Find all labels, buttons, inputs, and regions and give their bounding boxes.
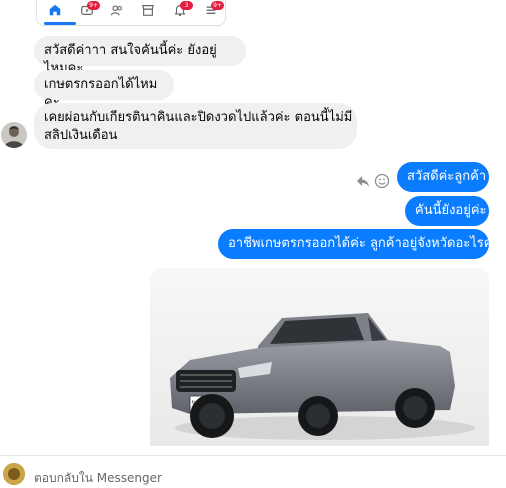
message-text: เคยผ่อนกับเกียรตินาคินและปิดงวดไปแล้วค่ะ… (44, 110, 353, 125)
bell-icon: 3 (170, 1, 193, 19)
message-text: สลิปเงินเดือน (44, 128, 118, 143)
page-avatar (3, 463, 25, 485)
reply-in-messenger-label[interactable]: ตอบกลับใน Messenger (34, 469, 162, 488)
notification-badge: 9+ (211, 1, 224, 10)
message-text: คันนี้ยังอยู่ค่ะ (415, 203, 487, 218)
incoming-message[interactable]: สวัสดีค่าาา สนใจคันนี้ค่ะ ยังอยู่ไหมคะ (34, 36, 246, 76)
outgoing-message[interactable]: คันนี้ยังอยู่ค่ะ (405, 196, 489, 226)
friends-icon (107, 3, 127, 19)
active-tab-indicator (44, 22, 76, 25)
video-icon: 9+ (77, 1, 100, 19)
marketplace-icon (138, 3, 158, 19)
message-text: อาชีพเกษตรกรออกได้ค่ะ ลูกค้าอยู่จังหวัดอ… (228, 236, 500, 251)
footer-divider (0, 455, 506, 456)
outgoing-message[interactable]: อาชีพเกษตรกรออกได้ค่ะ ลูกค้าอยู่จังหวัดอ… (218, 229, 499, 259)
truck-photo[interactable]: บจ 6617 กรุงเทพ (150, 268, 489, 446)
notification-badge: 9+ (87, 1, 100, 10)
reply-icon[interactable] (355, 173, 371, 189)
incoming-message[interactable]: เคยผ่อนกับเกียรตินาคินและปิดงวดไปแล้วค่ะ… (34, 103, 357, 149)
incoming-message[interactable]: เกษตรกรออกได้ไหมคะ (34, 70, 174, 110)
sender-avatar[interactable] (1, 122, 27, 148)
menu-icon: 9+ (201, 1, 224, 19)
message-text: สวัสดีค่ะลูกค้า (407, 169, 487, 184)
outgoing-message[interactable]: สวัสดีค่ะลูกค้า (397, 162, 489, 192)
emoji-icon[interactable] (374, 173, 390, 189)
home-icon (45, 3, 65, 19)
notification-badge: 3 (180, 1, 193, 10)
embedded-screenshot-card: 9+ 3 9+ (36, 0, 226, 26)
